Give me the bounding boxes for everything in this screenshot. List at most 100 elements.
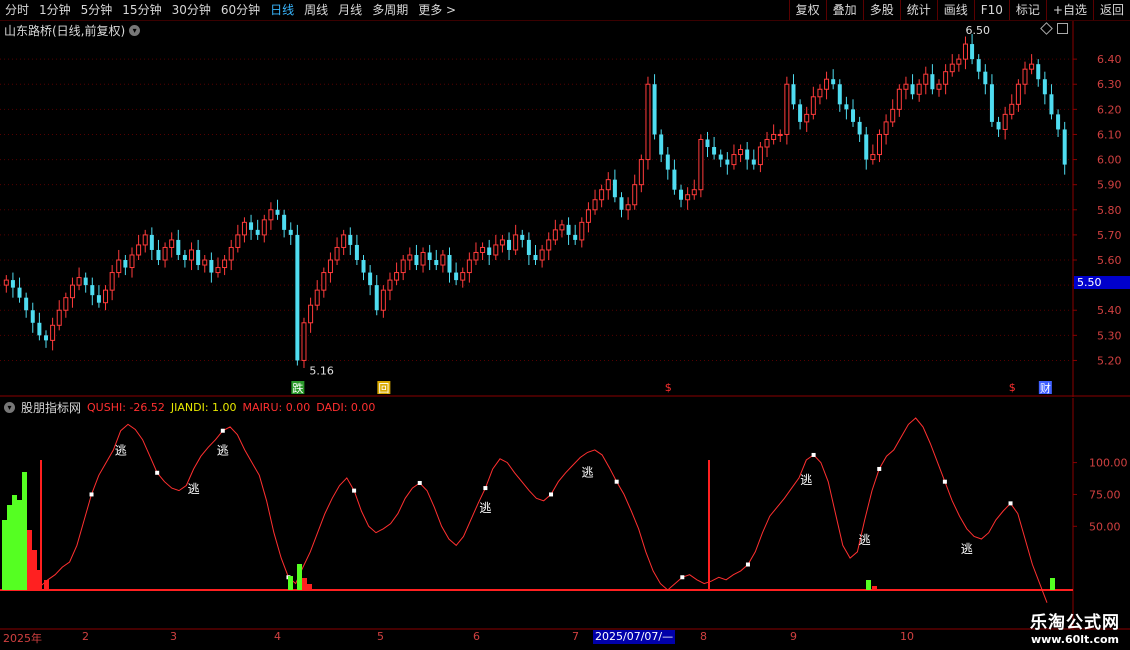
candle-body-up <box>605 179 611 191</box>
signal-point <box>680 575 685 580</box>
date-label-7: 8 <box>700 630 707 643</box>
tool-button-4[interactable]: 画线 <box>936 0 974 20</box>
signal-bar <box>7 505 12 590</box>
tool-button-0[interactable]: 复权 <box>788 0 826 20</box>
period-tab-10[interactable]: 更多 > <box>413 0 461 20</box>
current-price-tag: 5.50 <box>1074 276 1130 289</box>
price-label: 6.00 <box>1097 154 1122 167</box>
candle-body-up <box>962 43 968 60</box>
tool-button-3[interactable]: 统计 <box>899 0 937 20</box>
candle-body-up <box>301 322 307 361</box>
candle-body-up <box>3 279 9 286</box>
indicator-chart[interactable]: 100.0075.0050.00逃逃逃逃逃逃逃逃 <box>0 398 1130 630</box>
candle-body-up <box>916 83 922 95</box>
signal-point <box>549 492 554 497</box>
tool-button-1[interactable]: 叠加 <box>825 0 863 20</box>
period-tab-2[interactable]: 5分钟 <box>76 0 118 20</box>
candle-body-up <box>804 113 810 123</box>
signal-bar <box>27 530 32 590</box>
period-toolbar: 分时 1分钟 5分钟 15分钟 30分钟 60分钟 日线 周线 月线 多周期 更多 > 复权 叠加 多股… <box>0 0 1130 21</box>
period-tab-3[interactable]: 15分钟 <box>117 0 166 20</box>
candle-body-down <box>1062 129 1067 165</box>
candle-body-up <box>625 204 631 211</box>
candle-body-down <box>24 297 29 311</box>
candle-body-down <box>507 239 512 250</box>
indicator-axis-label: 100.00 <box>1089 457 1128 470</box>
escape-label-1: 逃 <box>188 482 200 496</box>
candle-body-up <box>394 272 400 281</box>
event-marker-symbol: $ <box>1009 381 1016 394</box>
candle-body-up <box>757 146 763 166</box>
candle-body-down <box>930 74 935 90</box>
candle-body-up <box>321 272 327 291</box>
candle-body-up <box>903 83 909 90</box>
candle-body-up <box>228 246 234 261</box>
candle-body-down <box>374 285 379 311</box>
period-tab-1[interactable]: 1分钟 <box>34 0 76 20</box>
candle-body-up <box>69 284 75 299</box>
candle-body-up <box>1029 63 1035 70</box>
period-tab-8[interactable]: 月线 <box>333 0 367 20</box>
candle-body-up <box>810 96 816 115</box>
period-tab-9[interactable]: 多周期 <box>367 0 413 20</box>
watermark-url: www.60lt.com <box>1030 633 1120 646</box>
candle-body-down <box>83 277 88 286</box>
tool-button-7[interactable]: +自选 <box>1045 0 1093 20</box>
signal-point <box>220 428 225 433</box>
escape-label-5: 逃 <box>800 473 812 487</box>
candle-body-up <box>466 259 472 274</box>
period-tab-5[interactable]: 60分钟 <box>216 0 265 20</box>
period-tab-0[interactable]: 分时 <box>0 0 34 20</box>
event-marker-text: 回 <box>378 382 389 395</box>
candle-body-up <box>420 251 426 266</box>
signal-bar <box>17 500 22 590</box>
tool-button-6[interactable]: 标记 <box>1008 0 1046 20</box>
candle-body-down <box>864 134 869 160</box>
tool-button-8[interactable]: 返回 <box>1092 0 1130 20</box>
period-tab-6[interactable]: 日线 <box>265 0 299 20</box>
tool-button-5[interactable]: F10 <box>973 0 1009 20</box>
signal-point <box>483 486 488 491</box>
escape-label-6: 逃 <box>859 533 871 547</box>
signal-point <box>89 492 94 497</box>
candle-body-up <box>334 246 340 261</box>
period-tab-7[interactable]: 周线 <box>299 0 333 20</box>
candle-body-up <box>784 83 790 135</box>
candle-body-down <box>910 84 915 95</box>
candle-body-down <box>96 295 101 303</box>
candle-body-up <box>341 234 347 248</box>
candle-body-up <box>261 219 267 236</box>
candle-body-down <box>791 84 796 105</box>
candle-body-down <box>679 189 684 200</box>
candle-body-down <box>831 79 836 85</box>
signal-bar <box>302 578 307 590</box>
price-chart[interactable]: 6.40 6.30 6.20 6.10 6.00 5.90 5.80 5.70 5.60 5.50… <box>0 21 1130 397</box>
date-cursor-label: 2025/07/07/— <box>593 630 676 644</box>
signal-point <box>614 479 619 484</box>
signal-bar <box>866 580 871 590</box>
candle-body-down <box>209 260 214 273</box>
candle-body-up <box>956 58 962 65</box>
signal-bar <box>288 576 293 590</box>
candle-body-up <box>771 133 777 140</box>
price-label: 5.30 <box>1097 329 1122 342</box>
watermark-title: 乐淘公式网 <box>1030 613 1120 633</box>
candle-body-down <box>520 234 525 240</box>
candle-body-up <box>56 309 62 326</box>
candle-body-down <box>348 234 353 245</box>
date-label-3: 4 <box>274 630 281 643</box>
candle-body-down <box>1036 64 1041 80</box>
tool-button-2[interactable]: 多股 <box>862 0 900 20</box>
price-label: 6.20 <box>1097 103 1122 116</box>
candle-body-up <box>387 279 393 291</box>
candle-body-down <box>17 287 22 298</box>
signal-point <box>942 479 947 484</box>
period-tab-4[interactable]: 30分钟 <box>167 0 216 20</box>
candle-body-down <box>414 254 419 266</box>
candle-body-down <box>1049 94 1054 115</box>
candle-body-up <box>327 259 333 274</box>
candle-body-down <box>751 159 756 165</box>
candle-body-up <box>817 88 823 98</box>
candle-body-down <box>427 252 432 261</box>
tool-buttons: 复权 叠加 多股 统计 画线 F10 标记 +自选 返回 <box>788 0 1130 20</box>
